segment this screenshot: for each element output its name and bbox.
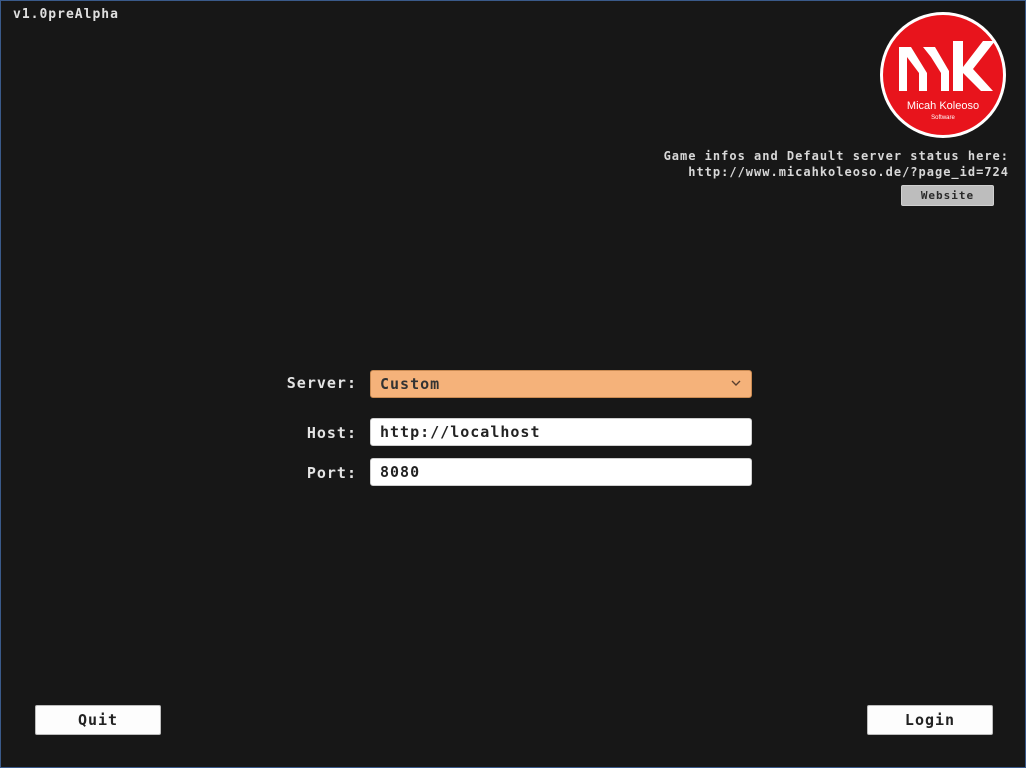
website-button[interactable]: Website xyxy=(901,185,994,206)
version-label: v1.0preAlpha xyxy=(13,7,119,22)
chevron-down-icon xyxy=(731,380,741,386)
server-label: Server: xyxy=(286,374,357,392)
info-line-1: Game infos and Default server status her… xyxy=(663,149,1009,163)
server-info-text: Game infos and Default server status her… xyxy=(664,148,1009,180)
logo-subtitle-text: Software xyxy=(931,115,955,121)
port-label: Port: xyxy=(306,464,357,482)
micah-koleoso-logo: Micah Koleoso Software xyxy=(880,12,1006,138)
logo-name-text: Micah Koleoso xyxy=(907,100,979,112)
host-input[interactable] xyxy=(370,418,752,446)
info-url[interactable]: http://www.micahkoleoso.de/?page_id=724 xyxy=(664,164,1009,180)
quit-button[interactable]: Quit xyxy=(35,705,161,735)
host-label: Host: xyxy=(306,424,357,442)
app-window: v1.0preAlpha Micah Koleoso Software Game… xyxy=(0,0,1026,768)
port-input[interactable] xyxy=(370,458,752,486)
server-select[interactable]: Custom xyxy=(370,370,752,398)
server-select-value: Custom xyxy=(380,375,441,393)
login-button[interactable]: Login xyxy=(867,705,993,735)
